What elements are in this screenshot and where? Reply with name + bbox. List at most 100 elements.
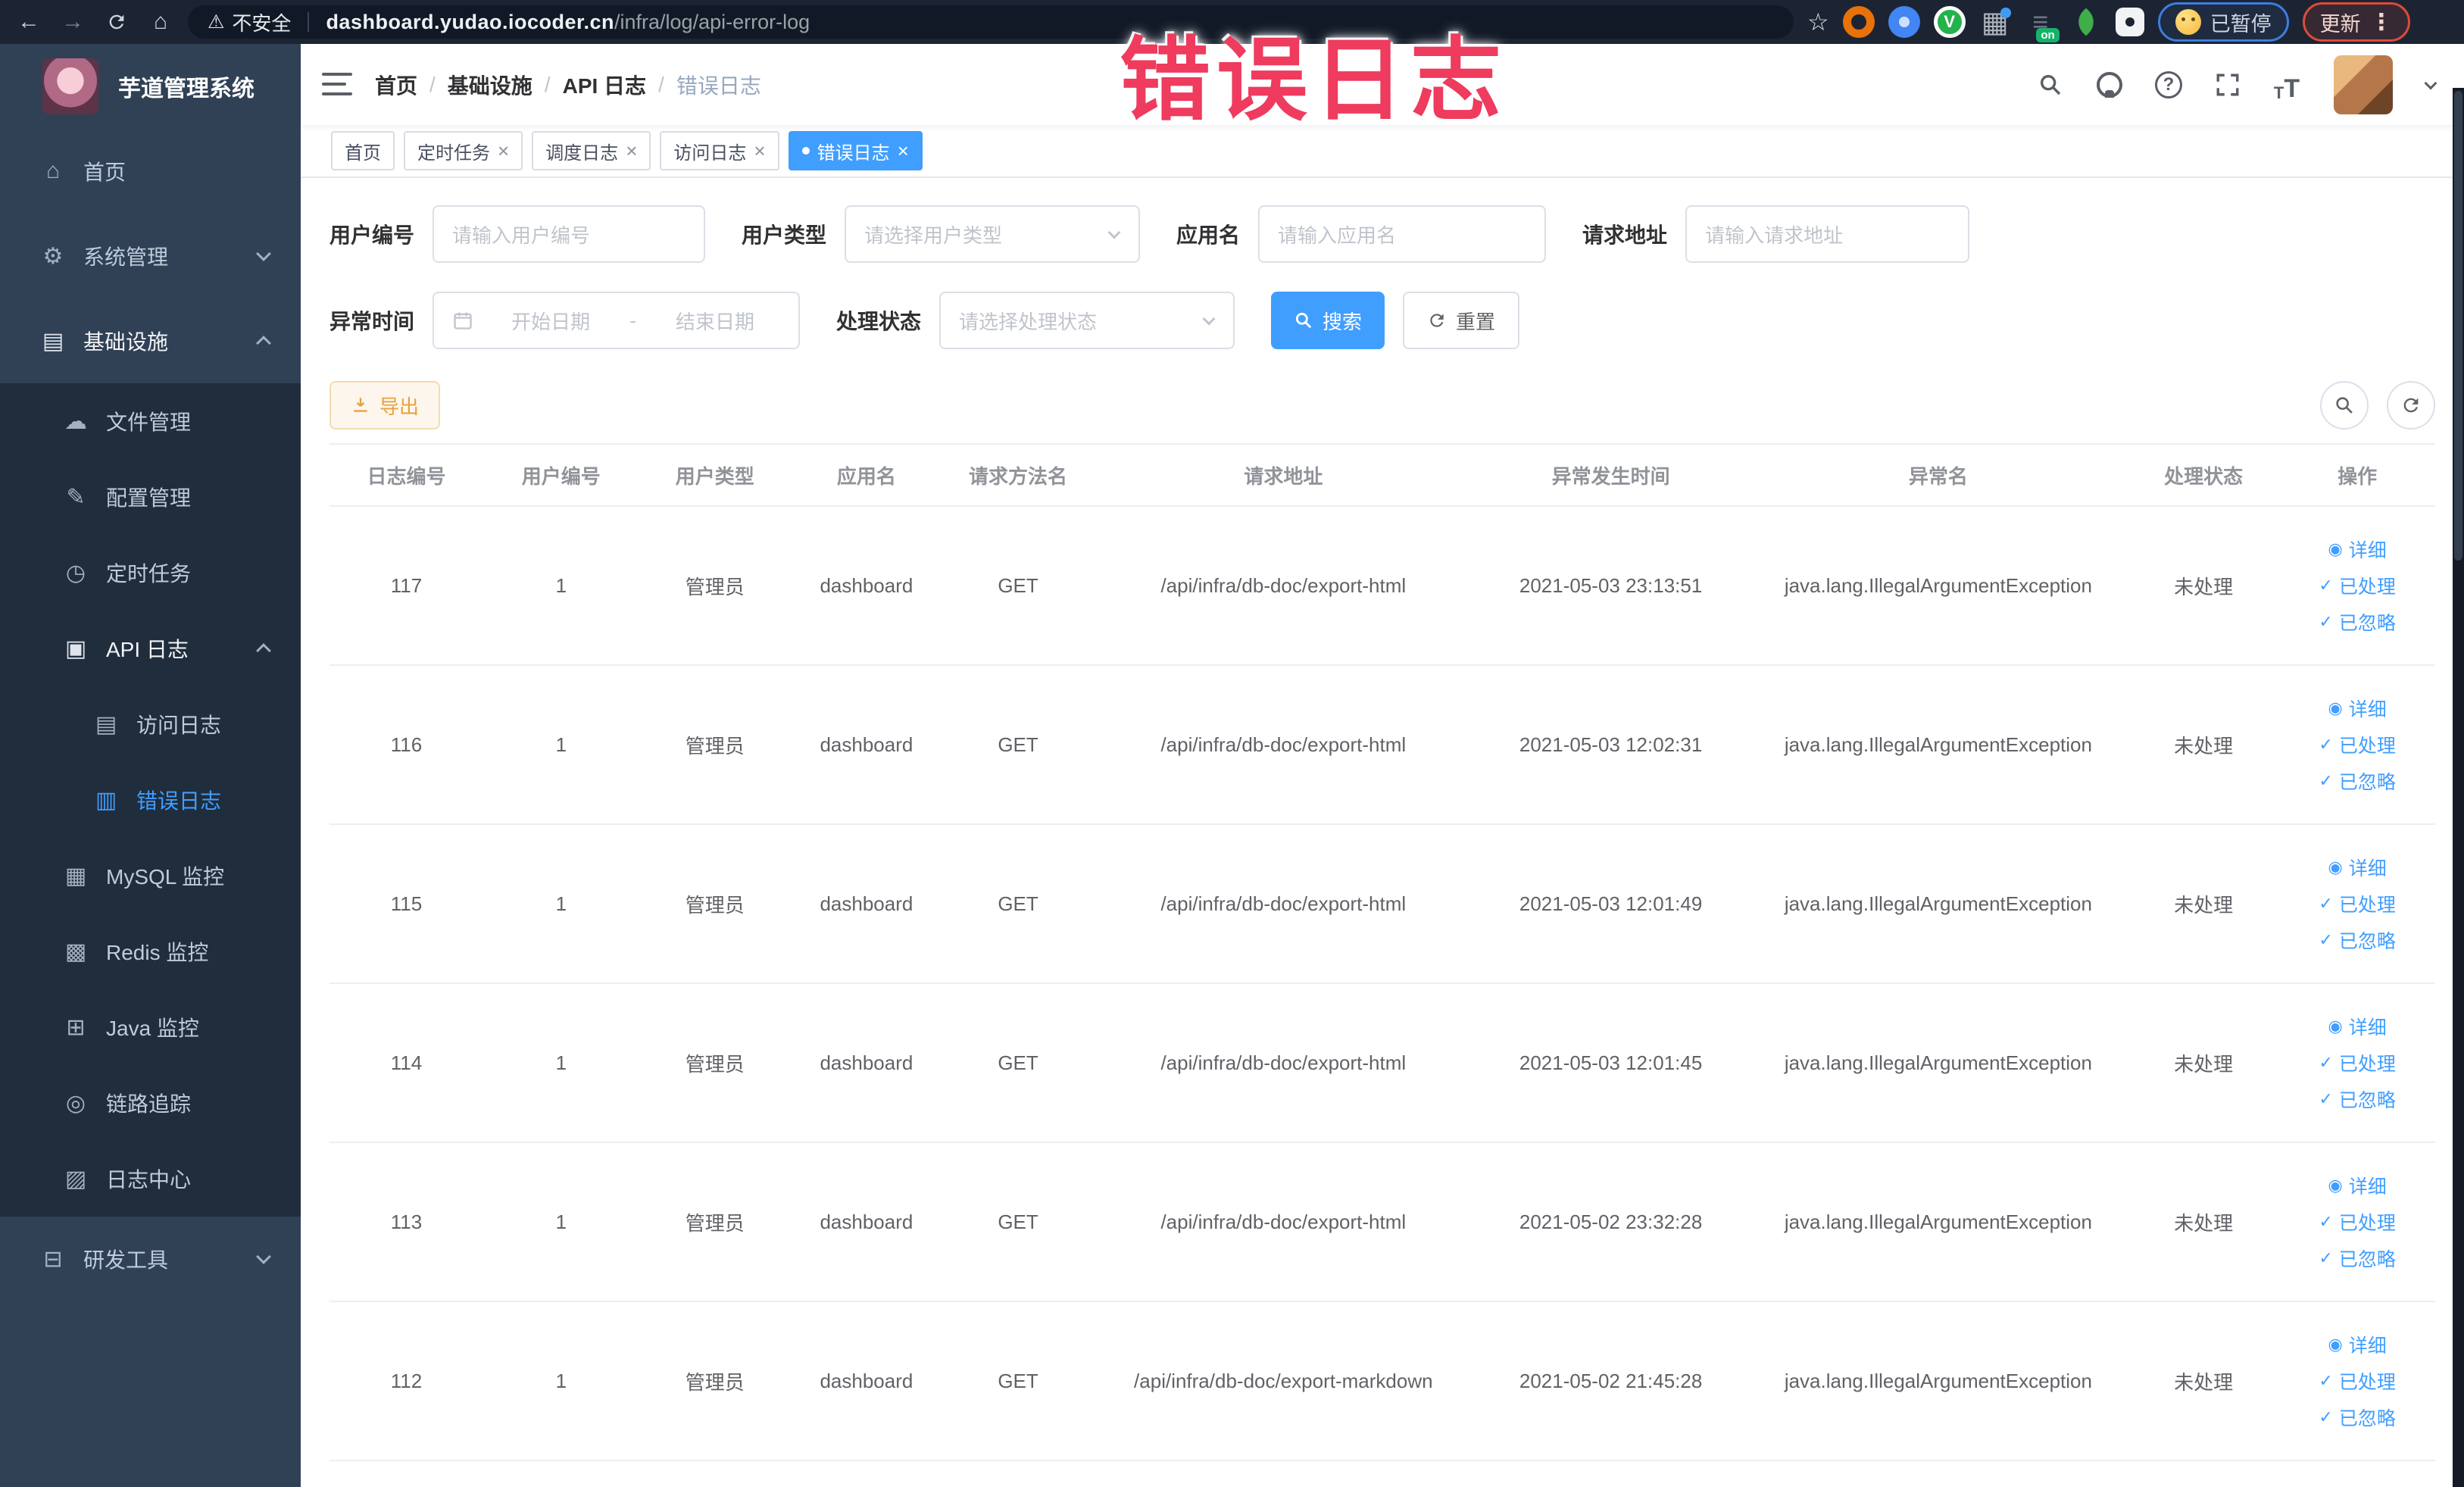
- chevron-down-icon: [256, 1249, 271, 1264]
- green-v-extension-icon[interactable]: [1933, 6, 1966, 38]
- font-size-icon[interactable]: TT: [2270, 68, 2303, 102]
- action-已处理[interactable]: ✓ 已处理: [2285, 1049, 2429, 1076]
- sidebar-item-trace[interactable]: ◎ 链路追踪: [0, 1065, 301, 1141]
- reload-icon[interactable]: [100, 5, 133, 39]
- action-已处理[interactable]: ✓ 已处理: [2285, 731, 2429, 758]
- action-已处理[interactable]: ✓ 已处理: [2285, 1208, 2429, 1236]
- export-button[interactable]: 导出: [329, 381, 441, 430]
- check-icon: ✓: [2319, 576, 2333, 595]
- back-icon[interactable]: ←: [12, 5, 45, 39]
- orange-ring-extension-icon[interactable]: [1842, 6, 1875, 38]
- search-icon[interactable]: [2034, 68, 2067, 102]
- cell-id: 112: [329, 1301, 483, 1461]
- sidebar-item-label: Redis 监控: [106, 941, 209, 964]
- address-bar[interactable]: ⚠ 不安全 dashboard.yudao.iocoder.cn/infra/l…: [188, 5, 1794, 39]
- sidebar-item-access-log[interactable]: ▤ 访问日志: [0, 686, 301, 762]
- docs-help-icon[interactable]: ?: [2152, 68, 2185, 102]
- breadcrumb-item[interactable]: 首页: [375, 70, 417, 100]
- browser-update-button[interactable]: 更新 ⋮: [2302, 2, 2410, 42]
- action-已处理[interactable]: ✓ 已处理: [2285, 572, 2429, 599]
- app-name-input[interactable]: 请输入应用名: [1258, 205, 1547, 263]
- sidebar-item-mysql[interactable]: ▦ MySQL 监控: [0, 838, 301, 914]
- action-已忽略[interactable]: ✓ 已忽略: [2285, 608, 2429, 636]
- breadcrumb-item[interactable]: 基础设施: [448, 70, 532, 100]
- action-详细[interactable]: ◉ 详细: [2285, 1331, 2429, 1358]
- sidebar-logo-row[interactable]: 芋道管理系统: [0, 44, 301, 129]
- cell-exception: java.lang.IllegalArgumentException: [1748, 1142, 2128, 1302]
- breadcrumb-item[interactable]: API 日志: [563, 70, 646, 100]
- chevron-down-icon[interactable]: [2424, 77, 2437, 89]
- tag-访问日志[interactable]: 访问日志 ×: [660, 131, 779, 170]
- action-详细[interactable]: ◉ 详细: [2285, 1013, 2429, 1040]
- column-header: 日志编号: [329, 443, 483, 507]
- cell-id: 116: [329, 665, 483, 825]
- browser-scrollbar[interactable]: [2453, 88, 2464, 1487]
- exception-time-range-picker[interactable]: 开始日期 - 结束日期: [433, 292, 801, 349]
- close-icon[interactable]: ×: [498, 141, 509, 161]
- sidebar-item-redis[interactable]: ▩ Redis 监控: [0, 914, 301, 989]
- sidebar-item-infra[interactable]: ▤ 基础设施: [0, 298, 301, 383]
- sidebar-item-job[interactable]: ◷ 定时任务: [0, 535, 301, 611]
- puzzle-extension-icon[interactable]: [2115, 8, 2144, 36]
- action-详细[interactable]: ◉ 详细: [2285, 1172, 2429, 1199]
- sidebar-item-home[interactable]: ⌂ 首页: [0, 129, 301, 214]
- action-已忽略[interactable]: ✓ 已忽略: [2285, 926, 2429, 954]
- url-path: /infra/log/api-error-log: [614, 10, 810, 33]
- sidebar-item-config[interactable]: ✎ 配置管理: [0, 459, 301, 535]
- forward-icon[interactable]: →: [56, 5, 89, 39]
- sidebar-item-system[interactable]: ⚙ 系统管理: [0, 214, 301, 298]
- tag-定时任务[interactable]: 定时任务 ×: [404, 131, 523, 170]
- action-详细[interactable]: ◉ 详细: [2285, 536, 2429, 563]
- cell-actions: ◉ 详细 ✓ 已处理 ✓ 已忽略: [2279, 1301, 2435, 1461]
- action-已忽略[interactable]: ✓ 已忽略: [2285, 1245, 2429, 1272]
- sidebar-item-file[interactable]: ☁ 文件管理: [0, 383, 301, 459]
- security-indicator[interactable]: ⚠ 不安全: [208, 8, 291, 36]
- scrollbar-thumb[interactable]: [2454, 91, 2462, 561]
- reset-button[interactable]: 重置: [1403, 292, 1520, 349]
- sidebar-item-api-log[interactable]: ▣ API 日志: [0, 611, 301, 686]
- menu-kebab-icon[interactable]: ⋮: [2370, 9, 2393, 36]
- close-icon[interactable]: ×: [898, 141, 909, 161]
- home-browser-icon[interactable]: ⌂: [144, 5, 177, 39]
- toggle-search-button[interactable]: [2320, 381, 2369, 430]
- fullscreen-icon[interactable]: [2211, 68, 2244, 102]
- user-id-input[interactable]: 请输入用户编号: [433, 205, 706, 263]
- dark-on-extension-icon[interactable]: [2025, 6, 2060, 42]
- bookmark-star-icon[interactable]: ☆: [1807, 8, 1829, 36]
- refresh-button[interactable]: [2387, 381, 2435, 430]
- column-header: 操作: [2279, 443, 2435, 507]
- tag-错误日志[interactable]: 错误日志 ×: [788, 131, 923, 170]
- paused-extension-pill[interactable]: 已暂停: [2157, 2, 2289, 42]
- request-url-input[interactable]: 请输入请求地址: [1685, 205, 1970, 263]
- trace-icon: ◎: [65, 1090, 86, 1116]
- github-icon[interactable]: [2093, 68, 2126, 102]
- action-详细[interactable]: ◉ 详细: [2285, 695, 2429, 722]
- tag-调度日志[interactable]: 调度日志 ×: [532, 131, 651, 170]
- redis-icon: ▩: [64, 939, 87, 964]
- tag-首页[interactable]: 首页: [331, 131, 395, 170]
- user-type-select[interactable]: 请选择用户类型: [845, 205, 1141, 263]
- sidebar-item-devtools[interactable]: ⊟ 研发工具: [0, 1217, 301, 1301]
- sidebar-collapse-icon[interactable]: [322, 72, 352, 97]
- green-leaf-extension-icon[interactable]: [2070, 6, 2102, 38]
- close-icon[interactable]: ×: [754, 141, 765, 161]
- sidebar-item-error-log[interactable]: ▥ 错误日志: [0, 762, 301, 838]
- action-详细[interactable]: ◉ 详细: [2285, 854, 2429, 881]
- cell-user_id: 1: [482, 506, 639, 666]
- search-button[interactable]: 搜索: [1271, 292, 1385, 349]
- sidebar-item-label: API 日志: [106, 638, 189, 661]
- close-icon[interactable]: ×: [626, 141, 637, 161]
- action-已处理[interactable]: ✓ 已处理: [2285, 890, 2429, 917]
- avatar[interactable]: [2334, 55, 2393, 114]
- cell-status: 未处理: [2128, 1142, 2280, 1302]
- grid-extension-icon[interactable]: [1979, 6, 2011, 38]
- action-已处理[interactable]: ✓ 已处理: [2285, 1367, 2429, 1395]
- breadcrumb-separator: /: [544, 72, 551, 96]
- blue-pin-extension-icon[interactable]: [1888, 6, 1920, 38]
- sidebar-item-log-center[interactable]: ▨ 日志中心: [0, 1141, 301, 1217]
- action-已忽略[interactable]: ✓ 已忽略: [2285, 1086, 2429, 1113]
- sidebar-item-java[interactable]: ⊞ Java 监控: [0, 989, 301, 1065]
- action-已忽略[interactable]: ✓ 已忽略: [2285, 767, 2429, 795]
- process-status-select[interactable]: 请选择处理状态: [939, 292, 1235, 349]
- action-已忽略[interactable]: ✓ 已忽略: [2285, 1404, 2429, 1431]
